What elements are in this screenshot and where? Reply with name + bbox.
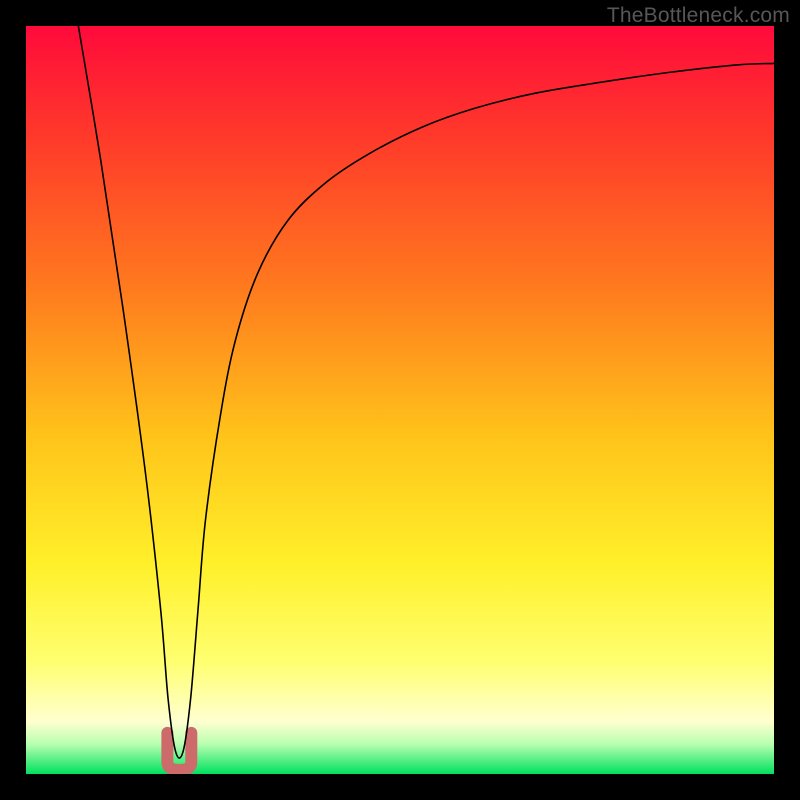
chart-background [26,26,774,774]
bottleneck-chart [26,26,774,774]
chart-frame [26,26,774,774]
watermark-text: TheBottleneck.com [607,4,790,28]
